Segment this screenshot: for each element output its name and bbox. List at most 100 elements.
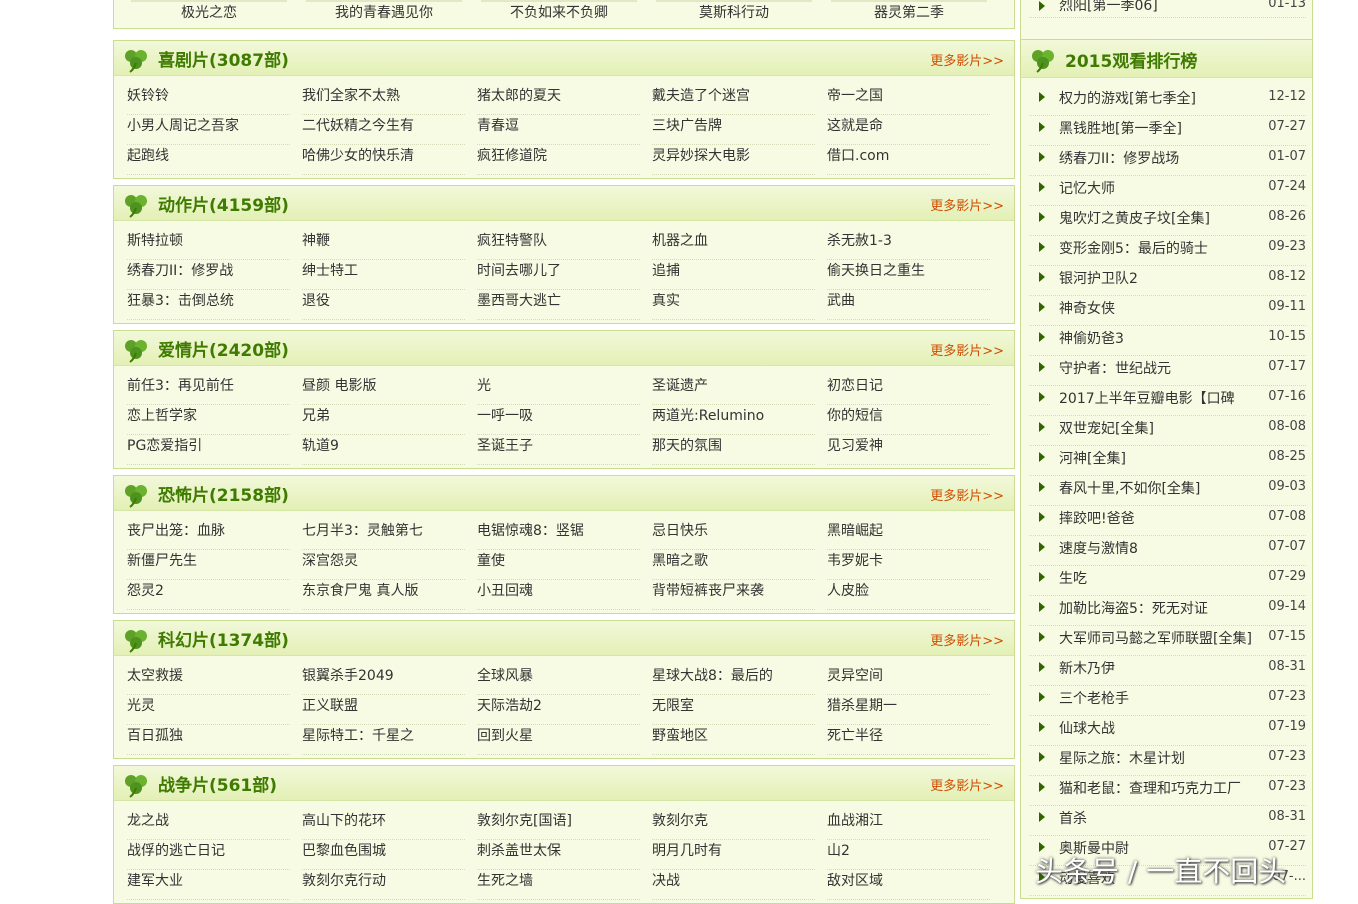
more-movies-link[interactable]: 更多影片>>	[930, 195, 1004, 214]
movie-link[interactable]: 极光之恋	[131, 0, 287, 27]
movie-link[interactable]: 高山下的花环	[302, 810, 465, 840]
movie-link[interactable]: 龙之战	[127, 810, 290, 840]
section-title[interactable]: 战争片(561部)	[158, 771, 277, 796]
movie-link[interactable]: 明月几时有	[652, 840, 815, 870]
more-movies-link[interactable]: 更多影片>>	[930, 630, 1004, 649]
movie-link[interactable]: 这就是命	[827, 115, 990, 145]
movie-link[interactable]: 黑暗崛起	[827, 520, 990, 550]
rank-item-title[interactable]: 大军师司马懿之军师联盟[全集]	[1059, 628, 1259, 648]
rank-item-title[interactable]: 河神[全集]	[1059, 448, 1259, 468]
rank-item-title[interactable]: 星际之旅：木星计划	[1059, 748, 1259, 768]
movie-link[interactable]: 武曲	[827, 290, 990, 320]
rank-item[interactable]: 生吃 07-29	[1029, 565, 1306, 596]
rank-item[interactable]: 变形金刚5：最后的骑士 09-23	[1029, 235, 1306, 266]
rank-item-title[interactable]: 双世宠妃[全集]	[1059, 418, 1259, 438]
section-title[interactable]: 爱情片(2420部)	[158, 336, 289, 361]
rank-item-title[interactable]: 三个老枪手	[1059, 688, 1259, 708]
rank-item[interactable]: 双世宠妃[全集] 08-08	[1029, 415, 1306, 446]
rank-item-title[interactable]: 仙球大战	[1059, 718, 1259, 738]
movie-link[interactable]: 七月半3：灵触第七	[302, 520, 465, 550]
rank-item[interactable]: 三个老枪手 07-23	[1029, 685, 1306, 716]
movie-link[interactable]: 戴夫造了个迷宫	[652, 85, 815, 115]
movie-link[interactable]: 无限室	[652, 695, 815, 725]
movie-link[interactable]: 刺杀盖世太保	[477, 840, 640, 870]
movie-link[interactable]: 韦罗妮卡	[827, 550, 990, 580]
rank-item[interactable]: 神奇女侠 09-11	[1029, 295, 1306, 326]
movie-link[interactable]: 绅士特工	[302, 260, 465, 290]
movie-link[interactable]: 墨西哥大逃亡	[477, 290, 640, 320]
movie-link[interactable]: 我们全家不太熟	[302, 85, 465, 115]
rank-item-title[interactable]: 神奇女侠	[1059, 298, 1259, 318]
movie-link[interactable]: 敌对区域	[827, 870, 990, 900]
movie-link[interactable]: 退役	[302, 290, 465, 320]
movie-link[interactable]: 敦刻尔克[国语]	[477, 810, 640, 840]
movie-link[interactable]: 三块广告牌	[652, 115, 815, 145]
movie-link[interactable]: 正义联盟	[302, 695, 465, 725]
movie-link[interactable]: 兄弟	[302, 405, 465, 435]
movie-link[interactable]: 巴黎血色围城	[302, 840, 465, 870]
rank-item[interactable]: 黑钱胜地[第一季全] 07-27	[1029, 115, 1306, 146]
movie-link[interactable]: 昼颜 电影版	[302, 375, 465, 405]
movie-link[interactable]: 人皮脸	[827, 580, 990, 610]
rank-item[interactable]: 新木乃伊 08-31	[1029, 655, 1306, 686]
movie-link[interactable]: 深宫怨灵	[302, 550, 465, 580]
movie-link[interactable]: 怨灵2	[127, 580, 290, 610]
movie-link[interactable]: 疯狂修道院	[477, 145, 640, 175]
rank-item[interactable]: 绣春刀II：修罗战场 01-07	[1029, 145, 1306, 176]
movie-link[interactable]: 猪太郎的夏天	[477, 85, 640, 115]
rank-item-title[interactable]: 烈阳[第一季06]	[1059, 0, 1158, 15]
movie-link[interactable]: 背带短裤丧尸来袭	[652, 580, 815, 610]
rank-item-title[interactable]: 鬼吹灯之黄皮子坟[全集]	[1059, 208, 1259, 228]
movie-link[interactable]: 建军大业	[127, 870, 290, 900]
movie-link[interactable]: 太空救援	[127, 665, 290, 695]
movie-link[interactable]: 绣春刀II：修罗战	[127, 260, 290, 290]
rank-item-title[interactable]: 绣春刀II：修罗战场	[1059, 148, 1259, 168]
movie-link[interactable]: 起跑线	[127, 145, 290, 175]
movie-link[interactable]: 战俘的逃亡日记	[127, 840, 290, 870]
rank-item[interactable]: 鬼吹灯之黄皮子坟[全集] 08-26	[1029, 205, 1306, 236]
movie-link[interactable]: 电锯惊魂8：竖锯	[477, 520, 640, 550]
movie-link[interactable]: 黑暗之歌	[652, 550, 815, 580]
rank-item-partial[interactable]: 烈阳[第一季06] 01-13	[1029, 0, 1306, 18]
movie-link[interactable]: 东京食尸鬼 真人版	[302, 580, 465, 610]
movie-link[interactable]: 莫斯科行动	[656, 0, 812, 27]
movie-link[interactable]: 时间去哪儿了	[477, 260, 640, 290]
movie-link[interactable]: 光灵	[127, 695, 290, 725]
movie-link[interactable]: 我的青春遇见你	[306, 0, 462, 27]
rank-item[interactable]: 大军师司马懿之军师联盟[全集] 07-15	[1029, 625, 1306, 656]
movie-link[interactable]: 星际特工：千星之	[302, 725, 465, 755]
movie-link[interactable]: 偷天换日之重生	[827, 260, 990, 290]
rank-item[interactable]: 神偷奶爸3 10-15	[1029, 325, 1306, 356]
rank-item-title[interactable]: 守护者：世纪战元	[1059, 358, 1259, 378]
movie-link[interactable]: 小丑回魂	[477, 580, 640, 610]
movie-link[interactable]: 真实	[652, 290, 815, 320]
movie-link[interactable]: 初恋日记	[827, 375, 990, 405]
movie-link[interactable]: 斯特拉顿	[127, 230, 290, 260]
movie-link[interactable]: 轨道9	[302, 435, 465, 465]
movie-link[interactable]: 那天的氛围	[652, 435, 815, 465]
movie-link[interactable]: 生死之墙	[477, 870, 640, 900]
rank-item-title[interactable]: 速度与激情8	[1059, 538, 1259, 558]
rank-item[interactable]: 首杀 08-31	[1029, 805, 1306, 836]
movie-link[interactable]: 忌日快乐	[652, 520, 815, 550]
movie-link[interactable]: 星球大战8：最后的	[652, 665, 815, 695]
movie-link[interactable]: 百日孤独	[127, 725, 290, 755]
movie-link[interactable]: 杀无赦1-3	[827, 230, 990, 260]
movie-link[interactable]: 疯狂特警队	[477, 230, 640, 260]
rank-item-title[interactable]: 记忆大师	[1059, 178, 1259, 198]
movie-link[interactable]: 敦刻尔克	[652, 810, 815, 840]
rank-item[interactable]: 河神[全集] 08-25	[1029, 445, 1306, 476]
rank-item-title[interactable]: 摔跤吧!爸爸	[1059, 508, 1259, 528]
rank-item[interactable]: 春风十里,不如你[全集] 09-03	[1029, 475, 1306, 506]
rank-item[interactable]: 星际之旅：木星计划 07-23	[1029, 745, 1306, 776]
movie-link[interactable]: 一呼一吸	[477, 405, 640, 435]
rank-item[interactable]: 银河护卫队2 08-12	[1029, 265, 1306, 296]
rank-item-title[interactable]: 新木乃伊	[1059, 658, 1259, 678]
rank-item[interactable]: 守护者：世纪战元 07-17	[1029, 355, 1306, 386]
rank-item-title[interactable]: 首杀	[1059, 808, 1259, 828]
rank-item[interactable]: 记忆大师 07-24	[1029, 175, 1306, 206]
movie-link[interactable]: PG恋爱指引	[127, 435, 290, 465]
movie-link[interactable]: 前任3：再见前任	[127, 375, 290, 405]
movie-link[interactable]: 见习爱神	[827, 435, 990, 465]
more-movies-link[interactable]: 更多影片>>	[930, 485, 1004, 504]
